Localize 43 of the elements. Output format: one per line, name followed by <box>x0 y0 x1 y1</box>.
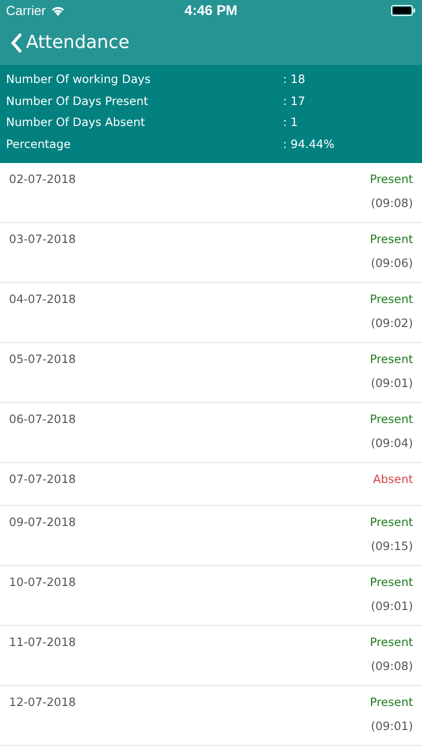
summary-value: : 1 <box>283 114 299 131</box>
wifi-icon <box>50 4 65 16</box>
back-chevron-icon <box>10 32 22 52</box>
attendance-status: Absent <box>372 472 413 486</box>
check-in-time: (09:08) <box>370 659 413 673</box>
check-in-time: (09:01) <box>370 376 413 390</box>
attendance-date: 02-07-2018 <box>9 172 76 188</box>
attendance-status: Present <box>370 352 413 366</box>
attendance-date: 03-07-2018 <box>9 232 76 248</box>
attendance-date: 04-07-2018 <box>9 292 76 308</box>
clock-time: 4:46 PM <box>184 2 238 18</box>
attendance-status: Present <box>370 575 413 589</box>
summary-label: Number Of Days Present <box>6 92 150 110</box>
attendance-status: Present <box>370 695 413 709</box>
summary-value: : 94.44% <box>283 136 336 152</box>
attendance-date: 05-07-2018 <box>9 352 76 368</box>
attendance-date: 12-07-2018 <box>9 695 76 711</box>
back-button[interactable]: Attendance <box>10 32 130 53</box>
attendance-status: Present <box>370 292 413 306</box>
summary-label: Percentage <box>6 136 72 152</box>
check-in-time: (09:08) <box>370 196 413 210</box>
summary-label: Number Of working Days <box>6 71 152 88</box>
check-in-time: (09:04) <box>370 436 413 450</box>
attendance-date: 11-07-2018 <box>9 635 76 651</box>
summary-value: : 17 <box>283 92 306 110</box>
attendance-date: 07-07-2018 <box>9 472 76 488</box>
attendance-status: Present <box>370 172 413 186</box>
check-in-time: (09:01) <box>370 719 413 733</box>
summary-label: Number Of Days Absent <box>6 114 146 131</box>
attendance-date: 10-07-2018 <box>9 575 76 591</box>
battery-icon <box>390 4 416 16</box>
check-in-time: (09:02) <box>370 316 413 330</box>
attendance-date: 06-07-2018 <box>9 412 76 428</box>
attendance-status: Present <box>370 635 413 649</box>
attendance-status: Present <box>370 515 413 529</box>
attendance-status: Present <box>370 412 413 426</box>
check-in-time: (09:15) <box>370 539 413 553</box>
check-in-time: (09:06) <box>370 256 413 270</box>
summary-value: : 18 <box>283 71 306 88</box>
carrier-name: Carrier <box>6 2 46 18</box>
attendance-date: 09-07-2018 <box>9 515 76 531</box>
check-in-time: (09:01) <box>370 599 413 613</box>
attendance-status: Present <box>370 232 413 246</box>
